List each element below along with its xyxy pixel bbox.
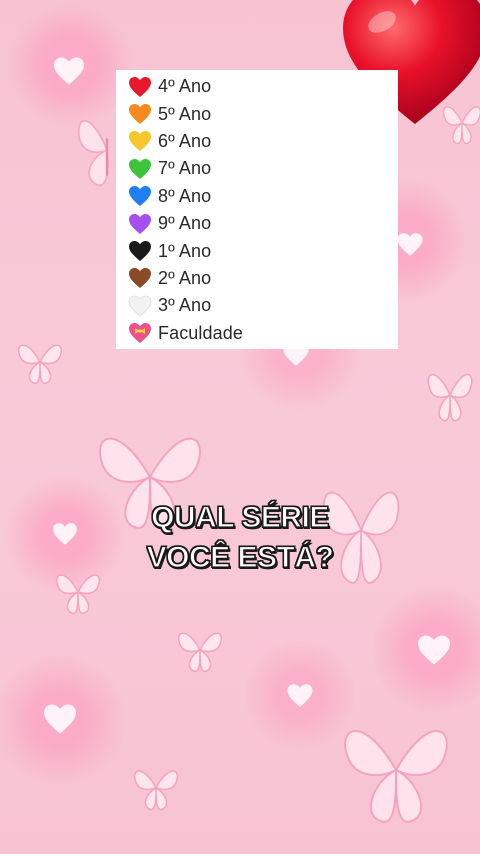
grade-label: 5º Ano — [158, 103, 212, 124]
butterfly-icon — [17, 344, 63, 385]
orange-heart-icon — [129, 104, 151, 125]
list-item: 5º Ano — [116, 100, 398, 127]
heart-with-ribbon-icon — [129, 323, 151, 344]
yellow-heart-icon — [129, 131, 151, 152]
question-caption: QUAL SÉRIE VOCÊ ESTÁ? — [0, 498, 480, 578]
red-heart-icon — [129, 76, 151, 97]
white-heart-icon — [128, 295, 152, 317]
caption-line-2: VOCÊ ESTÁ? — [146, 540, 334, 574]
butterfly-icon — [177, 632, 223, 673]
list-item: 6º Ano — [116, 128, 398, 155]
butterfly-icon — [133, 770, 179, 811]
purple-heart-icon — [129, 213, 151, 234]
list-item: 9º Ano — [116, 210, 398, 237]
blue-heart-icon — [129, 186, 151, 207]
grade-label: 6º Ano — [158, 130, 212, 151]
background-heart-icon — [287, 684, 313, 707]
list-item: Faculdade — [116, 320, 398, 347]
list-item: 4º Ano — [116, 73, 398, 100]
list-item: 1º Ano — [116, 237, 398, 264]
grade-label: 2º Ano — [158, 267, 212, 288]
background-heart-icon — [44, 704, 76, 734]
background-heart-icon — [397, 233, 423, 256]
black-heart-icon — [129, 241, 151, 262]
grade-label: 9º Ano — [158, 213, 212, 234]
green-heart-icon — [129, 158, 151, 179]
butterfly-icon — [344, 730, 448, 824]
background-heart-icon — [54, 57, 84, 85]
grade-label: 4º Ano — [158, 76, 212, 97]
grade-label: 1º Ano — [158, 240, 212, 261]
list-item: 3º Ano — [116, 292, 398, 319]
background-heart-icon — [418, 635, 450, 665]
list-item: 7º Ano — [116, 155, 398, 182]
grade-list-card: 4º Ano 5º Ano 6º Ano 7º Ano 8º Ano 9º An… — [116, 70, 398, 349]
grade-label: Faculdade — [158, 322, 243, 343]
grade-label: 3º Ano — [158, 295, 212, 316]
caption-line-1: QUAL SÉRIE — [150, 500, 330, 534]
butterfly-icon — [427, 373, 473, 422]
list-item: 2º Ano — [116, 265, 398, 292]
grade-label: 8º Ano — [158, 185, 212, 206]
list-item: 8º Ano — [116, 183, 398, 210]
brown-heart-icon — [129, 268, 151, 289]
grade-label: 7º Ano — [158, 158, 212, 179]
